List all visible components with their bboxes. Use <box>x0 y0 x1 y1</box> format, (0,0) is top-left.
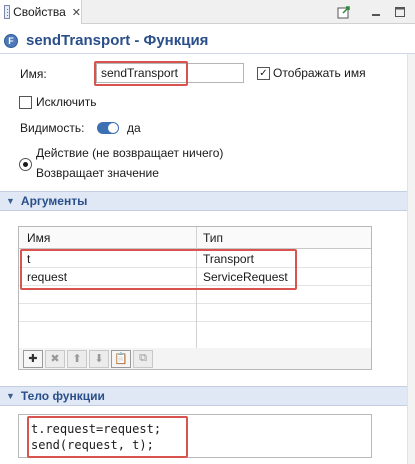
action-label: Действие (не возвращает ничего) <box>36 146 224 160</box>
close-icon[interactable]: ✕ <box>72 6 81 19</box>
code-line: send(request, t); <box>31 438 154 452</box>
arguments-section-header[interactable]: ▼ Аргументы <box>0 191 415 211</box>
action-radio[interactable] <box>19 158 32 171</box>
move-up-button[interactable]: ⬆ <box>67 349 87 368</box>
table-row-empty[interactable] <box>19 322 371 340</box>
move-down-button[interactable]: ⬇ <box>89 349 109 368</box>
table-row[interactable]: request ServiceRequest <box>19 268 371 286</box>
name-label: Имя: <box>20 67 47 81</box>
vertical-scrollbar[interactable] <box>407 54 415 464</box>
visibility-value: да <box>127 121 141 135</box>
tab-properties-label: Свойства <box>13 5 66 19</box>
exclude-label: Исключить <box>36 95 97 109</box>
arguments-table: Имя Тип t Transport request ServiceReque… <box>18 226 372 350</box>
function-icon: F <box>4 33 18 48</box>
function-body-editor[interactable]: t.request=request; send(request, t); <box>18 414 372 458</box>
add-argument-button[interactable]: ✚ <box>23 349 43 368</box>
table-row-empty[interactable] <box>19 304 371 322</box>
properties-header: F sendTransport - Функция <box>0 28 415 54</box>
column-divider <box>196 227 197 248</box>
column-header-type[interactable]: Тип <box>203 231 223 245</box>
column-divider <box>196 249 197 349</box>
table-header: Имя Тип <box>19 227 371 249</box>
chevron-down-icon: ▼ <box>6 391 15 401</box>
argument-name: t <box>27 252 31 266</box>
visibility-label: Видимость: <box>20 121 85 135</box>
properties-icon <box>4 5 11 19</box>
argument-type: Transport <box>203 252 254 266</box>
column-header-name[interactable]: Имя <box>27 231 50 245</box>
returns-value-label: Возвращает значение <box>36 166 159 180</box>
exclude-checkbox[interactable] <box>19 96 32 109</box>
arguments-toolbar: ✚ ✖ ⬆ ⬇ 📋 ⧉ <box>18 348 372 370</box>
remove-argument-button[interactable]: ✖ <box>45 349 65 368</box>
name-input[interactable]: sendTransport <box>96 63 244 83</box>
argument-type: ServiceRequest <box>203 270 288 284</box>
argument-name: request <box>27 270 68 284</box>
table-row[interactable]: t Transport <box>19 250 371 268</box>
function-body-section-label: Тело функции <box>20 389 105 403</box>
table-row-empty[interactable] <box>19 286 371 304</box>
copy-button[interactable]: ⧉ <box>133 349 153 368</box>
function-body-section-header[interactable]: ▼ Тело функции <box>0 386 415 406</box>
open-editor-icon[interactable] <box>336 4 352 20</box>
maximize-icon[interactable] <box>392 4 408 20</box>
code-line: t.request=request; <box>31 422 162 436</box>
arguments-section-label: Аргументы <box>20 194 88 208</box>
minimize-icon[interactable] <box>368 4 384 20</box>
page-title: sendTransport - Функция <box>26 32 209 49</box>
show-name-checkbox[interactable]: ✓ <box>257 67 270 80</box>
show-name-label: Отображать имя <box>273 66 366 80</box>
paste-button[interactable]: 📋 <box>111 349 131 368</box>
visibility-toggle[interactable] <box>97 122 119 134</box>
chevron-down-icon: ▼ <box>6 196 15 206</box>
tab-properties[interactable]: Свойства ✕ <box>0 0 82 24</box>
